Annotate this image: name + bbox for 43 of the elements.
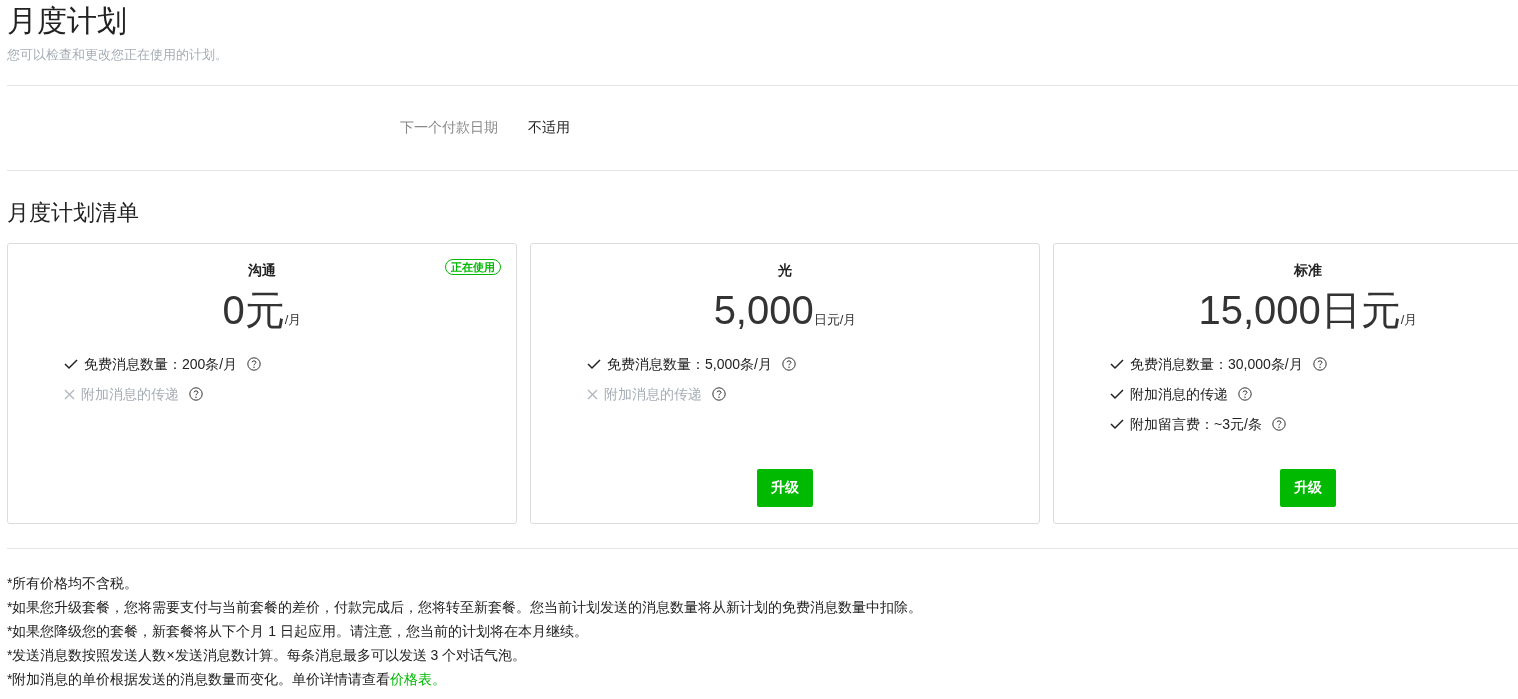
upgrade-button[interactable]: 升级 [1280, 468, 1336, 507]
plan-price: 5,000 [713, 286, 814, 334]
close-icon [64, 388, 75, 400]
help-icon[interactable] [712, 387, 726, 401]
check-icon [1110, 418, 1124, 430]
plan-price: 15,000日元 [1198, 286, 1401, 334]
payment-date-value: 不适用 [528, 118, 570, 137]
plan-price: 0元 [222, 286, 285, 334]
help-link[interactable]: 价格表。 [390, 670, 447, 687]
help-icon[interactable] [1271, 417, 1286, 431]
footnote: *发送消息数按照发送人数×发送消息数计算。每条消息最多可以发送 3 个对话气泡。 [7, 645, 527, 665]
check-icon [64, 358, 78, 370]
feature-text: 附加留言费：~3元/条 [1130, 414, 1262, 434]
price-unit: /月 [284, 311, 302, 327]
check-icon [1110, 358, 1124, 370]
feature-text: 附加消息的传递 [81, 384, 179, 404]
page-subtitle: 您可以检查和更改您正在使用的计划。 [7, 46, 228, 64]
feature-text: 免费消息数量：5,000条/月 [607, 354, 772, 374]
plan-name: 沟通 [248, 260, 276, 280]
help-icon[interactable] [247, 357, 262, 371]
help-icon[interactable] [781, 357, 796, 371]
help-icon[interactable] [1238, 387, 1252, 401]
section-heading: 月度计划清单 [7, 198, 139, 227]
help-icon[interactable] [189, 387, 203, 401]
footnote: *所有价格均不含税。 [7, 573, 139, 593]
upgrade-button[interactable]: 升级 [757, 468, 813, 507]
footnote: *如果您升级套餐，您将需要支付与当前套餐的差价，付款完成后，您将转至新套餐。您当前计划发送的消息数量将从新计划的免费消息数量中扣除。 [7, 597, 923, 617]
footnote: *附加消息的单价根据发送的消息数量而变化。单价详情请查看价格表。 [7, 669, 447, 689]
help-icon[interactable] [1312, 357, 1327, 371]
price-unit: /月 [1400, 311, 1418, 327]
feature-text: 免费消息数量：30,000条/月 [1130, 354, 1303, 374]
plan-name: 标准 [1294, 260, 1322, 280]
feature-text: 附加消息的传递 [604, 384, 702, 404]
price-unit: 日元/月 [813, 310, 857, 329]
check-icon [1110, 388, 1124, 400]
payment-date-label: 下一个付款日期 [400, 118, 498, 137]
feature-text: 免费消息数量：200条/月 [84, 354, 238, 374]
check-icon [587, 358, 601, 370]
close-icon [587, 388, 598, 400]
page-title: 月度计划 [7, 3, 128, 39]
footnote: *如果您降级您的套餐，新套餐将从下个月 1 日起应用。请注意，您当前的计划将在本月继续。 [7, 621, 588, 641]
plan-name: 光 [778, 260, 792, 280]
feature-text: 附加消息的传递 [1130, 384, 1228, 404]
